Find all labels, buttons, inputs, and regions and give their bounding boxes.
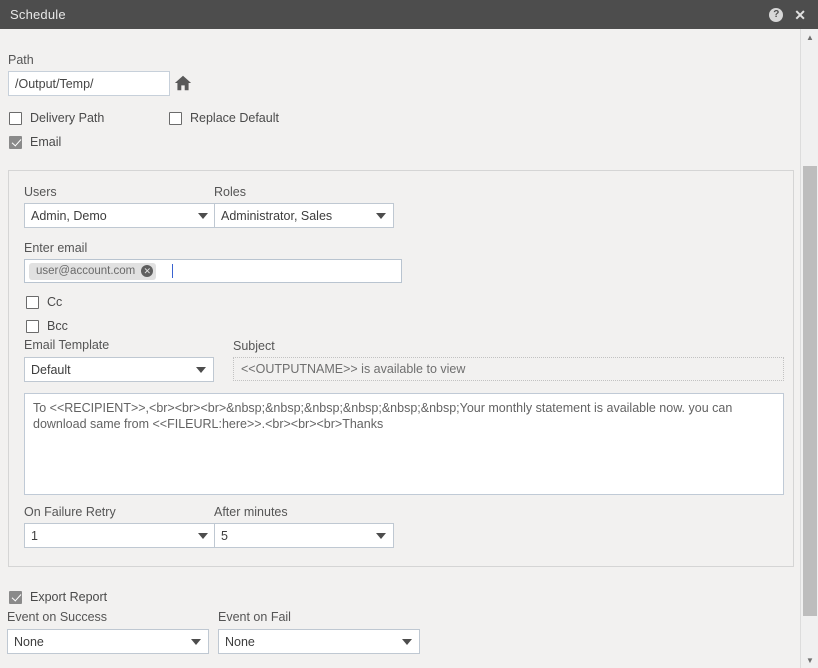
event-on-fail-select[interactable]: None bbox=[218, 629, 420, 654]
after-minutes-select[interactable]: 5 bbox=[214, 523, 394, 548]
path-label: Path bbox=[8, 53, 34, 67]
delivery-path-label: Delivery Path bbox=[30, 111, 105, 125]
bcc-checkbox[interactable]: Bcc bbox=[26, 319, 68, 333]
enter-email-label: Enter email bbox=[24, 241, 88, 255]
event-on-success-select[interactable]: None bbox=[7, 629, 209, 654]
help-circle-icon[interactable]: ? bbox=[769, 7, 784, 22]
checkbox-box-checked bbox=[9, 590, 22, 604]
checkbox-box bbox=[169, 111, 182, 125]
chevron-down-icon bbox=[196, 366, 206, 373]
export-report-label: Export Report bbox=[30, 590, 108, 604]
email-template-value: Default bbox=[31, 362, 71, 377]
export-report-checkbox[interactable]: Export Report bbox=[9, 590, 107, 604]
close-circle-icon[interactable]: ✕ bbox=[141, 265, 154, 277]
cc-checkbox[interactable]: Cc bbox=[26, 295, 62, 309]
home-icon[interactable] bbox=[174, 72, 192, 94]
on-failure-retry-value: 1 bbox=[31, 528, 38, 543]
chevron-down-icon bbox=[198, 532, 208, 539]
email-settings-panel: Users Admin, Demo Roles Administrator, S… bbox=[8, 170, 794, 567]
email-recipients-input[interactable]: user@account.com ✕ bbox=[24, 259, 402, 283]
chevron-down-icon bbox=[402, 638, 412, 645]
dialog-titlebar: Schedule ? ✕ bbox=[0, 0, 818, 29]
event-on-success-label: Event on Success bbox=[7, 610, 108, 624]
on-failure-retry-label: On Failure Retry bbox=[24, 505, 116, 519]
on-failure-retry-select[interactable]: 1 bbox=[24, 523, 216, 548]
email-chip[interactable]: user@account.com ✕ bbox=[29, 262, 157, 280]
after-minutes-value: 5 bbox=[221, 528, 228, 543]
vertical-scrollbar[interactable]: ▲ ▼ bbox=[800, 29, 818, 668]
path-input[interactable]: /Output/Temp/ bbox=[8, 71, 170, 96]
subject-input[interactable]: <<OUTPUTNAME>> is available to view bbox=[233, 357, 784, 381]
path-input-value: /Output/Temp/ bbox=[15, 76, 94, 91]
roles-select-value: Administrator, Sales bbox=[221, 208, 333, 223]
event-on-success-value: None bbox=[14, 634, 44, 649]
email-template-label: Email Template bbox=[24, 338, 110, 352]
users-select[interactable]: Admin, Demo bbox=[24, 203, 216, 228]
after-minutes-label: After minutes bbox=[214, 505, 288, 519]
email-chip-label: user@account.com bbox=[36, 265, 136, 277]
users-select-value: Admin, Demo bbox=[31, 208, 107, 223]
email-template-select[interactable]: Default bbox=[24, 357, 214, 382]
schedule-dialog: Schedule ? ✕ Path /Output/Temp/ Delivery… bbox=[0, 0, 818, 668]
chevron-down-icon bbox=[198, 212, 208, 219]
dialog-body: Path /Output/Temp/ Delivery Path Replace… bbox=[0, 29, 800, 668]
checkbox-box bbox=[26, 295, 39, 309]
roles-label: Roles bbox=[214, 185, 246, 199]
subject-input-value: <<OUTPUTNAME>> is available to view bbox=[241, 362, 466, 376]
event-on-fail-label: Event on Fail bbox=[218, 610, 291, 624]
bcc-label: Bcc bbox=[47, 319, 68, 333]
roles-select[interactable]: Administrator, Sales bbox=[214, 203, 394, 228]
email-label: Email bbox=[30, 135, 62, 149]
email-body-textarea[interactable]: To <<RECIPIENT>>,<br><br><br>&nbsp;&nbsp… bbox=[24, 393, 784, 495]
text-cursor bbox=[172, 264, 174, 278]
cc-label: Cc bbox=[47, 295, 63, 309]
replace-default-checkbox[interactable]: Replace Default bbox=[169, 111, 279, 125]
chevron-down-icon bbox=[376, 212, 386, 219]
subject-label: Subject bbox=[233, 339, 275, 353]
chevron-down-icon bbox=[191, 638, 201, 645]
chevron-down-icon bbox=[376, 532, 386, 539]
email-checkbox[interactable]: Email bbox=[9, 135, 61, 149]
dialog-title: Schedule bbox=[10, 7, 66, 22]
triangle-down-icon[interactable]: ▼ bbox=[801, 652, 818, 668]
close-icon[interactable]: ✕ bbox=[793, 8, 807, 22]
users-label: Users bbox=[24, 185, 57, 199]
checkbox-box bbox=[26, 319, 39, 333]
triangle-up-icon[interactable]: ▲ bbox=[801, 29, 818, 45]
delivery-path-checkbox[interactable]: Delivery Path bbox=[9, 111, 104, 125]
event-on-fail-value: None bbox=[225, 634, 255, 649]
checkbox-box bbox=[9, 111, 22, 125]
checkbox-box-checked bbox=[9, 135, 22, 149]
replace-default-label: Replace Default bbox=[190, 111, 279, 125]
titlebar-actions: ? ✕ bbox=[769, 7, 807, 22]
scrollbar-thumb[interactable] bbox=[803, 166, 817, 616]
